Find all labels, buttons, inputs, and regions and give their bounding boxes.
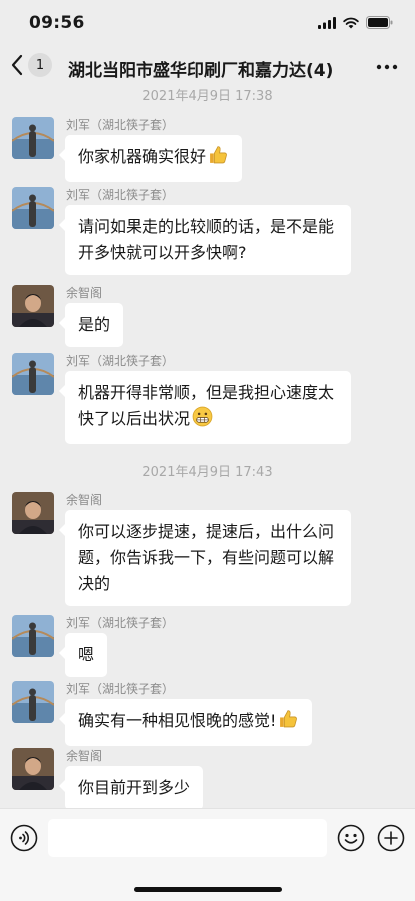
avatar-image-icon	[12, 748, 54, 790]
message-text: 确实有一种相见恨晚的感觉!	[78, 711, 277, 730]
thumbs-up-icon	[278, 708, 299, 737]
more-button[interactable]	[376, 57, 398, 81]
message-bubble[interactable]: 请问如果走的比较顺的话，是不是能开多快就可以开多快啊?	[59, 205, 351, 275]
chat-title: 湖北当阳市盛华印刷厂和嘉力达(4)	[68, 61, 334, 81]
sender-name: 刘军（湖北筷子套）	[66, 188, 175, 202]
avatar-image-icon	[12, 285, 54, 327]
avatar-image-icon	[12, 615, 54, 657]
message-text: 你可以逐步提速，提速后，出什么问题，你告诉我一下，有些问题可以解决的	[78, 522, 335, 593]
unread-count-badge: 1	[28, 53, 52, 77]
avatar-image-icon	[12, 353, 54, 395]
avatar-image-icon	[12, 681, 54, 723]
status-bar: 09:56	[0, 0, 415, 46]
message-text: 是的	[78, 315, 111, 334]
sender-name: 刘军（湖北筷子套）	[66, 118, 175, 132]
message-text: 请问如果走的比较顺的话，是不是能开多快就可以开多快啊?	[78, 217, 335, 262]
avatar[interactable]	[12, 117, 54, 159]
plus-icon	[377, 824, 405, 852]
sender-name: 刘军（湖北筷子套）	[66, 616, 175, 630]
message-bubble[interactable]: 你家机器确实很好	[58, 135, 243, 182]
avatar[interactable]	[12, 681, 54, 723]
sender-name: 余智阁	[66, 493, 103, 507]
avatar-image-icon	[12, 187, 54, 229]
chat-input-bar	[0, 808, 415, 901]
emoji-icon	[337, 824, 365, 852]
voice-button[interactable]	[10, 824, 38, 856]
thumbs-up-icon	[208, 144, 229, 173]
home-indicator	[134, 887, 282, 892]
wifi-icon	[343, 17, 359, 28]
status-time: 09:56	[29, 13, 85, 33]
sender-name: 余智阁	[66, 286, 103, 300]
message-input[interactable]	[48, 819, 327, 857]
avatar[interactable]	[12, 748, 54, 790]
signal-icon	[318, 16, 336, 29]
avatar[interactable]	[12, 187, 54, 229]
grimacing-face-icon	[192, 406, 213, 435]
back-chevron-icon	[11, 54, 23, 76]
voice-icon	[10, 824, 38, 852]
chat-message-list[interactable]: 2021年4月9日 17:38 刘军（湖北筷子套） 你家机器确实很好 刘军（湖北…	[0, 80, 415, 808]
avatar[interactable]	[12, 492, 54, 534]
status-icons	[318, 16, 393, 29]
timestamp: 2021年4月9日 17:43	[142, 465, 273, 480]
more-icon	[376, 64, 398, 70]
timestamp: 2021年4月9日 17:38	[142, 89, 273, 104]
avatar[interactable]	[12, 353, 54, 395]
message-bubble[interactable]: 嗯	[58, 633, 108, 677]
emoji-button[interactable]	[337, 824, 365, 856]
message-bubble[interactable]: 机器开得非常顺，但是我担心速度太快了以后出状况	[59, 371, 351, 444]
battery-icon	[366, 16, 393, 29]
sender-name: 刘军（湖北筷子套）	[66, 354, 175, 368]
message-bubble[interactable]: 你目前开到多少	[58, 766, 204, 808]
message-text: 嗯	[78, 645, 95, 664]
more-functions-button[interactable]	[377, 824, 405, 856]
sender-name: 余智阁	[66, 749, 103, 763]
message-text: 你目前开到多少	[78, 778, 191, 797]
message-bubble[interactable]: 你可以逐步提速，提速后，出什么问题，你告诉我一下，有些问题可以解决的	[59, 510, 351, 606]
avatar-image-icon	[12, 117, 54, 159]
message-text: 你家机器确实很好	[78, 147, 207, 166]
message-bubble[interactable]: 是的	[58, 303, 124, 347]
avatar[interactable]	[12, 615, 54, 657]
sender-name: 刘军（湖北筷子套）	[66, 682, 175, 696]
avatar-image-icon	[12, 492, 54, 534]
message-bubble[interactable]: 确实有一种相见恨晚的感觉!	[58, 699, 313, 746]
back-button[interactable]: 1	[10, 53, 52, 77]
avatar[interactable]	[12, 285, 54, 327]
